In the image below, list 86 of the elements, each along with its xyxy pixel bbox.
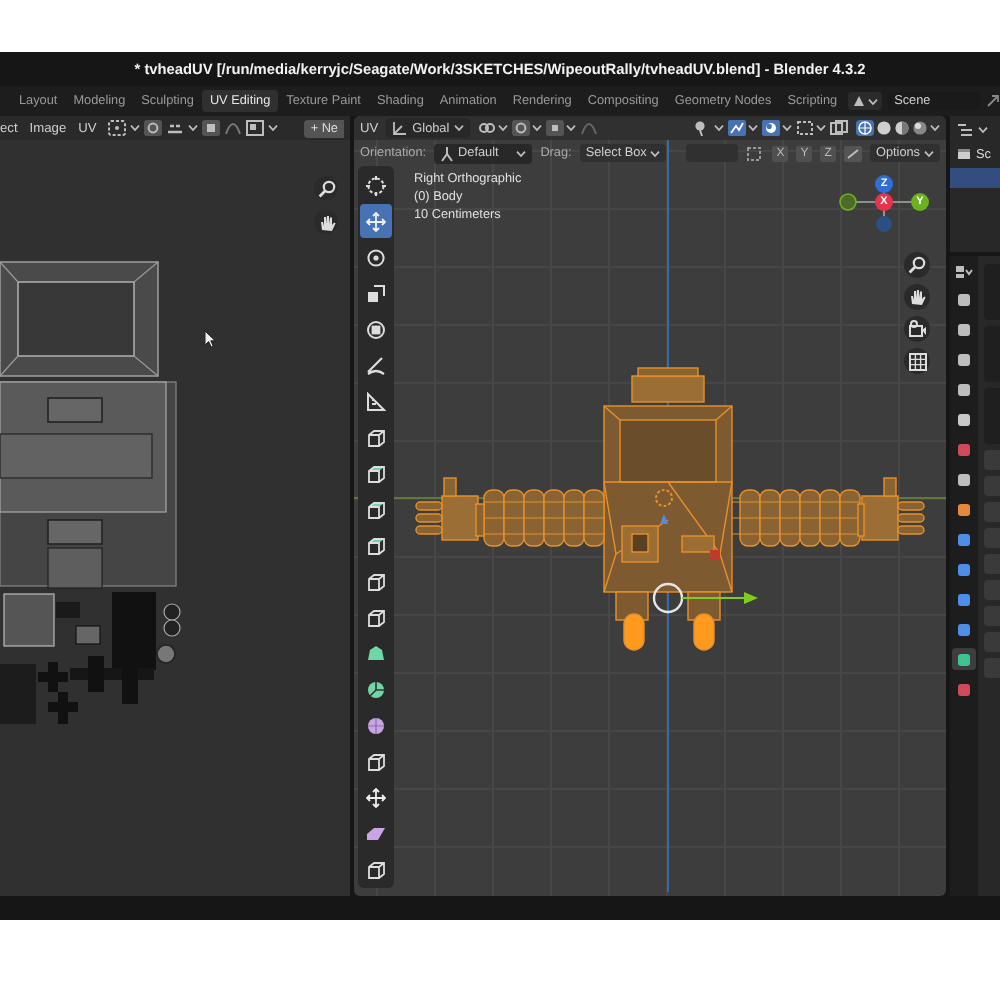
cube-icon — [366, 463, 386, 483]
caret-icon — [816, 124, 826, 132]
scale-icon — [366, 283, 386, 303]
properties-tab[interactable] — [952, 288, 976, 310]
normal-arrow — [660, 514, 668, 524]
move-icon — [366, 211, 386, 231]
grid-icon[interactable] — [904, 348, 930, 374]
falloff-icon[interactable] — [224, 120, 243, 136]
mouse-cursor-icon — [204, 330, 216, 348]
cube-icon — [366, 535, 386, 555]
collection-icon — [956, 146, 972, 162]
caret-icon — [497, 124, 508, 132]
wireframe-icon[interactable] — [856, 120, 874, 136]
cube-icon — [366, 751, 386, 771]
cube-icon — [366, 499, 386, 519]
properties-tab[interactable] — [952, 618, 976, 640]
caret-icon — [565, 124, 576, 132]
axes-icon — [392, 120, 409, 136]
cube-icon — [366, 571, 386, 591]
caret-icon — [868, 97, 879, 105]
image-icon[interactable] — [246, 120, 265, 136]
caret-icon — [930, 124, 940, 132]
xray-icon[interactable] — [830, 120, 848, 136]
properties-tab[interactable] — [952, 408, 976, 430]
caret-icon — [782, 124, 792, 132]
properties-tab[interactable] — [952, 588, 976, 610]
mirror-icon[interactable] — [746, 145, 765, 161]
material-preview-icon[interactable] — [894, 120, 910, 136]
mesh-select-icon[interactable] — [796, 120, 814, 136]
object-origin-circle — [652, 582, 684, 614]
sphere-icon — [366, 715, 386, 735]
zoom-icon[interactable] — [314, 176, 338, 200]
caret-icon — [650, 149, 661, 157]
overlay-icon[interactable] — [762, 120, 780, 136]
properties-tab[interactable] — [952, 528, 976, 550]
y-axis-arrow — [681, 592, 758, 604]
properties-tab[interactable] — [952, 558, 976, 580]
cube-icon — [366, 427, 386, 447]
caret-icon — [268, 124, 279, 132]
caret-icon — [978, 126, 988, 134]
proportional-icon[interactable] — [202, 120, 221, 136]
blob-icon — [366, 643, 386, 663]
properties-tab[interactable] — [952, 498, 976, 520]
auto-merge-icon[interactable] — [843, 145, 862, 161]
properties-tab[interactable] — [952, 348, 976, 370]
caret-icon — [130, 124, 141, 132]
hand-icon[interactable] — [904, 284, 930, 310]
properties-tab[interactable] — [952, 378, 976, 400]
zoom-icon[interactable] — [904, 252, 930, 278]
properties-tab[interactable] — [952, 318, 976, 340]
cube-icon — [366, 859, 386, 879]
caret-icon — [748, 124, 758, 132]
ruler-icon — [366, 391, 386, 411]
link-icon[interactable] — [477, 120, 496, 136]
properties-tab[interactable] — [952, 648, 976, 670]
proportional-icon[interactable] — [545, 120, 564, 136]
hand-icon[interactable] — [314, 210, 338, 234]
caret-icon — [188, 124, 199, 132]
pivot-circle — [655, 489, 673, 507]
solid-icon[interactable] — [876, 120, 892, 136]
rendered-icon[interactable] — [912, 120, 928, 136]
rotate-icon — [366, 247, 386, 267]
caret-icon — [516, 149, 527, 157]
camera-icon[interactable] — [904, 316, 930, 342]
cube-icon — [366, 607, 386, 627]
snap-icon[interactable] — [144, 120, 163, 136]
slab-icon — [366, 823, 386, 843]
spin-icon — [366, 679, 386, 699]
snap-icon[interactable] — [511, 120, 530, 136]
pivot-icon[interactable] — [108, 120, 127, 136]
properties-tab[interactable] — [952, 468, 976, 490]
filter-icon[interactable] — [956, 122, 974, 138]
caret-icon — [714, 124, 724, 132]
pen-icon — [366, 355, 386, 375]
caret-icon — [531, 124, 542, 132]
caret-icon — [924, 149, 934, 157]
move-icon — [366, 787, 386, 807]
scene-icon — [852, 94, 867, 108]
caret-icon — [453, 124, 464, 132]
scene-selector[interactable] — [848, 92, 883, 110]
axes-icon — [440, 145, 455, 161]
editor-type-icon[interactable] — [954, 264, 974, 280]
snap-target-icon[interactable] — [166, 120, 185, 136]
gizmo-icon[interactable] — [728, 120, 746, 136]
cursor-icon — [366, 175, 386, 195]
transform-icon — [366, 319, 386, 339]
